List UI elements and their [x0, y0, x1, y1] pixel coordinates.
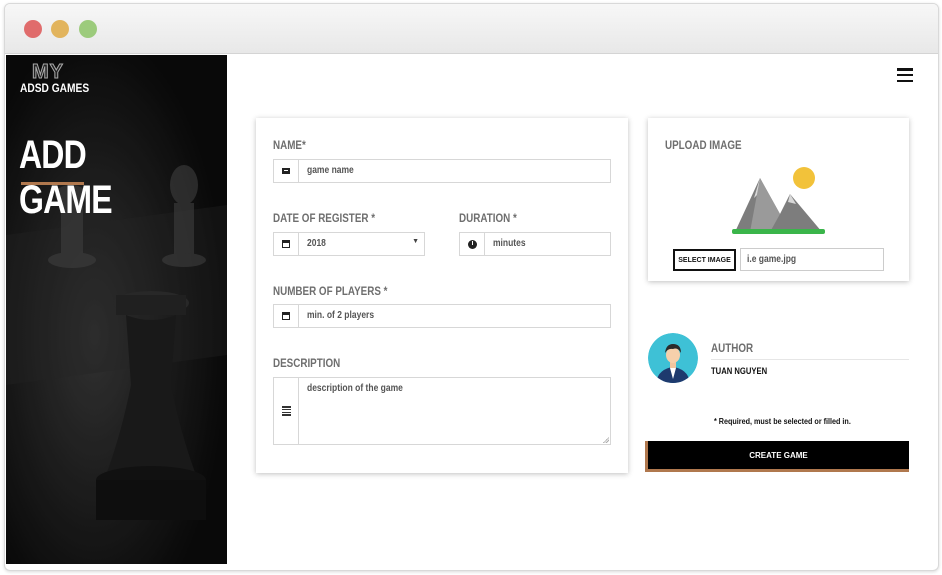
author-avatar: [648, 333, 698, 383]
name-label: NAME*: [273, 138, 306, 152]
author-name: TUAN NGUYEN: [711, 366, 768, 376]
date-value: 2018: [307, 238, 326, 249]
filename-input[interactable]: i.e game.jpg: [740, 248, 884, 271]
chess-background-image: [6, 55, 227, 564]
window-titlebar: [5, 4, 938, 54]
select-image-button[interactable]: SELECT IMAGE: [673, 249, 736, 271]
maximize-window-button[interactable]: [79, 20, 97, 38]
description-textarea[interactable]: description of the game: [273, 377, 611, 445]
author-label: AUTHOR: [711, 341, 754, 355]
name-placeholder: game name: [307, 165, 354, 176]
description-label: DESCRIPTION: [273, 356, 341, 370]
duration-placeholder: minutes: [493, 238, 526, 249]
title-underline: [21, 182, 84, 185]
create-game-button[interactable]: CREATE GAME: [645, 441, 909, 472]
id-card-icon: [274, 160, 299, 182]
calendar-icon: [274, 305, 299, 327]
minimize-window-button[interactable]: [51, 20, 69, 38]
date-select[interactable]: 2018 ▼: [273, 232, 425, 256]
close-window-button[interactable]: [24, 20, 42, 38]
chevron-down-icon: ▼: [412, 238, 419, 245]
clock-icon: [460, 233, 485, 255]
logo-text[interactable]: ADSD GAMES: [20, 81, 89, 95]
name-input[interactable]: game name: [273, 159, 611, 183]
date-label: DATE OF REGISTER *: [273, 211, 376, 225]
divider: [711, 359, 909, 360]
sidebar: MY ADSD GAMES ADD GAME: [6, 55, 227, 564]
required-note: * Required, must be selected or filled i…: [714, 417, 851, 426]
calendar-icon: [274, 233, 299, 255]
upload-title: UPLOAD IMAGE: [665, 138, 742, 152]
duration-input[interactable]: minutes: [459, 232, 611, 256]
page-title: ADD GAME: [19, 133, 113, 222]
description-placeholder: description of the game: [307, 383, 403, 394]
image-placeholder-icon: [732, 167, 825, 234]
resize-handle[interactable]: [603, 437, 609, 443]
duration-label: DURATION *: [459, 211, 517, 225]
hamburger-icon[interactable]: [897, 68, 913, 83]
align-justify-icon: [274, 378, 299, 444]
players-placeholder: min. of 2 players: [307, 310, 375, 321]
players-input[interactable]: min. of 2 players: [273, 304, 611, 328]
players-label: NUMBER OF PLAYERS *: [273, 284, 388, 298]
